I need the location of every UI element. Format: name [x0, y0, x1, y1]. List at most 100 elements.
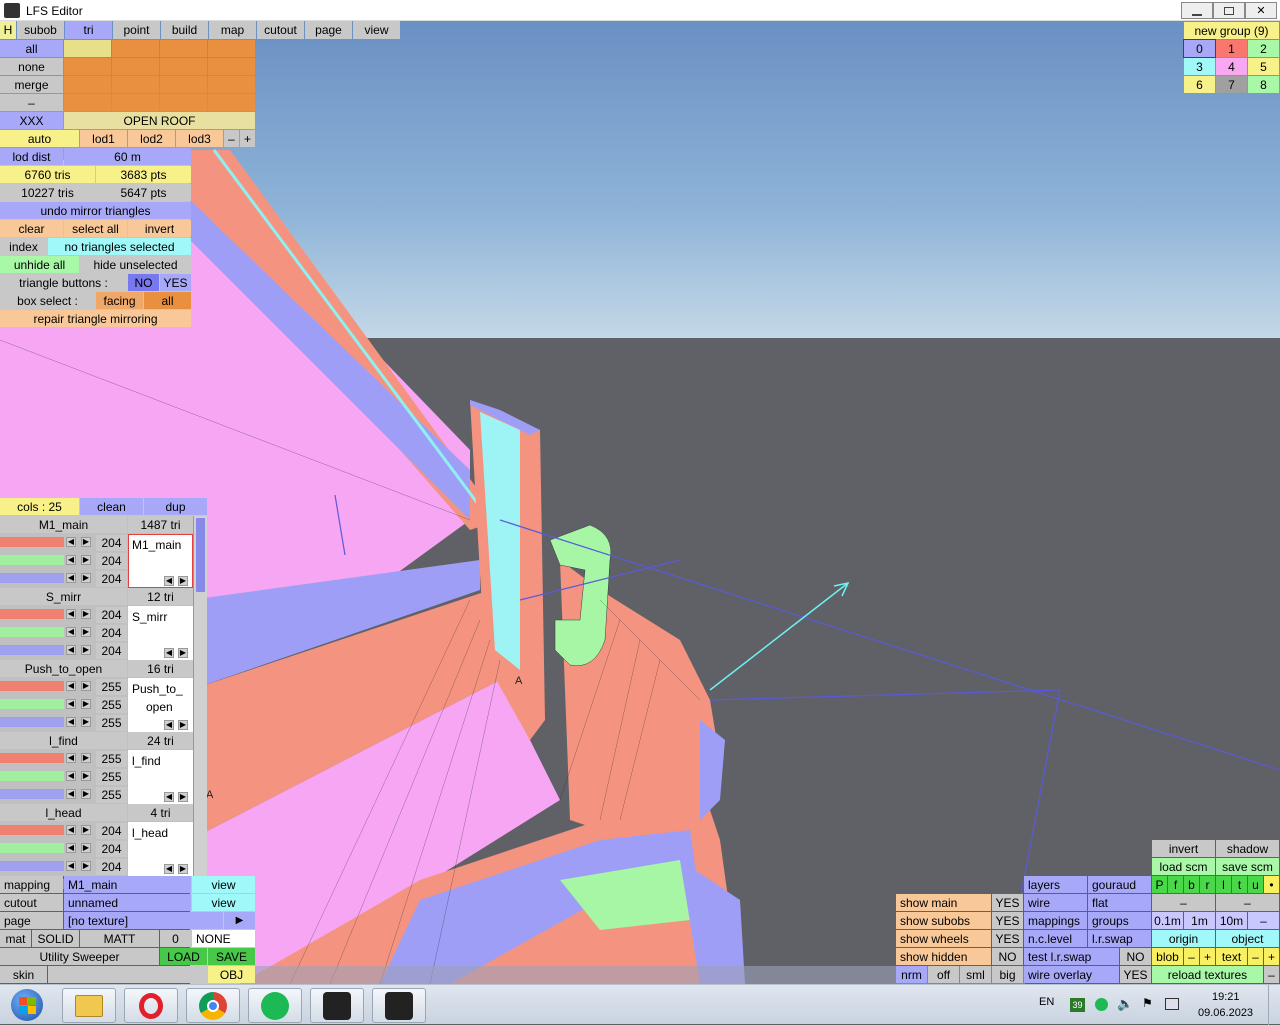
subobject-slot[interactable]	[64, 76, 111, 93]
material-name[interactable]: l_head	[0, 804, 127, 821]
group-6-button[interactable]: 6	[1184, 76, 1215, 93]
lod-plus-button[interactable]: +	[240, 130, 255, 147]
subobject-slot[interactable]	[160, 94, 207, 111]
show-subobs-toggle[interactable]: YES	[992, 912, 1023, 929]
select-all-tris-button[interactable]: select all	[64, 220, 127, 237]
arrow-left-icon[interactable]: ◀	[66, 609, 76, 619]
tab-page[interactable]: page	[305, 21, 352, 39]
unhide-all-button[interactable]: unhide all	[0, 256, 79, 273]
network-icon[interactable]	[1165, 998, 1179, 1010]
arrow-left-icon[interactable]: ◀	[66, 825, 76, 835]
tray-badge[interactable]: 39	[1070, 998, 1085, 1012]
colour-value[interactable]: 204	[96, 823, 127, 839]
colour-value[interactable]: 204	[96, 571, 127, 587]
colour-value[interactable]: 204	[96, 625, 127, 641]
colour-slider[interactable]	[0, 771, 64, 781]
box-select-all[interactable]: all	[144, 292, 191, 309]
show-wheels-toggle[interactable]: YES	[992, 930, 1023, 947]
arrow-right-icon[interactable]: ▶	[81, 645, 91, 655]
show-hidden-toggle[interactable]: NO	[992, 948, 1023, 965]
merge-button[interactable]: merge	[0, 76, 63, 93]
colour-slider[interactable]	[0, 717, 64, 727]
colour-slider[interactable]	[0, 573, 64, 583]
group-5-button[interactable]: 5	[1248, 58, 1279, 75]
colour-slider[interactable]	[0, 699, 64, 709]
taskbar-chrome[interactable]	[186, 988, 240, 1023]
colour-slider[interactable]	[0, 537, 64, 547]
mat-solid-button[interactable]: SOLID	[32, 930, 79, 947]
blob-button[interactable]: blob	[1152, 948, 1183, 965]
arrow-left-icon[interactable]: ◀	[66, 645, 76, 655]
group-7-button[interactable]: 7	[1216, 76, 1247, 93]
arrow-right-icon[interactable]: ▶	[81, 861, 91, 871]
arrow-right-icon[interactable]: ▶	[178, 576, 188, 586]
mat-none-value[interactable]: NONE	[192, 930, 255, 947]
view-dir-button[interactable]: r	[1200, 876, 1215, 893]
xxx-button[interactable]: XXX	[0, 112, 63, 129]
language-indicator[interactable]: EN	[1039, 996, 1054, 1008]
subobject-slot[interactable]	[112, 94, 159, 111]
subobject-slot[interactable]	[64, 94, 111, 111]
colour-slider[interactable]	[0, 861, 64, 871]
load-button[interactable]: LOAD	[160, 948, 207, 965]
sml-button[interactable]: sml	[960, 966, 991, 983]
group-8-button[interactable]: 8	[1248, 76, 1279, 93]
clean-button[interactable]: clean	[80, 498, 143, 515]
tab-point[interactable]: point	[113, 21, 160, 39]
layers-button[interactable]: layers	[1024, 876, 1087, 893]
subobject-slot[interactable]	[208, 40, 255, 57]
arrow-right-icon[interactable]: ▶	[81, 627, 91, 637]
blob-minus-button[interactable]: –	[1184, 948, 1199, 965]
arrow-left-icon[interactable]: ◀	[66, 537, 76, 547]
wire-button[interactable]: wire	[1024, 894, 1087, 911]
test-lr-swap-toggle[interactable]: NO	[1120, 948, 1151, 965]
subobject-slot[interactable]	[160, 76, 207, 93]
tab-subob[interactable]: subob	[17, 21, 64, 39]
grid-1m-button[interactable]: 1m	[1184, 912, 1215, 929]
view-dir-button[interactable]: t	[1232, 876, 1247, 893]
mapping-view-button[interactable]: view	[192, 876, 255, 893]
arrow-right-icon[interactable]: ▶	[178, 648, 188, 658]
arrow-left-icon[interactable]: ◀	[164, 792, 174, 802]
arrow-right-icon[interactable]: ▶	[81, 825, 91, 835]
dup-button[interactable]: dup	[144, 498, 207, 515]
object-button[interactable]: object	[1216, 930, 1279, 947]
lod-dist-value[interactable]: 60 m	[64, 148, 191, 165]
gouraud-button[interactable]: gouraud	[1088, 876, 1151, 893]
lod-auto-button[interactable]: auto	[0, 130, 79, 147]
colour-value[interactable]: 204	[96, 841, 127, 857]
invert-view-button[interactable]: invert	[1152, 840, 1215, 857]
colour-value[interactable]: 255	[96, 787, 127, 803]
load-scm-button[interactable]: load scm	[1152, 858, 1215, 875]
arrow-left-icon[interactable]: ◀	[164, 720, 174, 730]
scrollbar-thumb[interactable]	[196, 518, 205, 592]
arrow-left-icon[interactable]: ◀	[66, 753, 76, 763]
subobject-slot[interactable]	[208, 76, 255, 93]
colour-value[interactable]: 255	[96, 697, 127, 713]
view-dir-button[interactable]: P	[1152, 876, 1167, 893]
arrow-right-icon[interactable]: ▶	[81, 573, 91, 583]
tab-build[interactable]: build	[161, 21, 208, 39]
mat-zero-value[interactable]: 0	[160, 930, 191, 947]
wire-overlay-toggle[interactable]: YES	[1120, 966, 1151, 983]
clock-date[interactable]: 09.06.2023	[1198, 1007, 1253, 1019]
flag-icon[interactable]: ⚑	[1142, 996, 1153, 1010]
subobject-slot[interactable]	[160, 40, 207, 57]
subobject-slot[interactable]	[112, 40, 159, 57]
colour-slider[interactable]	[0, 753, 64, 763]
material-entry[interactable]: S_mirr12 tri◀▶204◀▶204◀▶204◀▶S_mirr◀▶	[0, 588, 193, 673]
text-plus-button[interactable]: +	[1264, 948, 1279, 965]
cutout-view-button[interactable]: view	[192, 894, 255, 911]
blob-plus-button[interactable]: +	[1200, 948, 1215, 965]
arrow-left-icon[interactable]: ◀	[66, 555, 76, 565]
colour-value[interactable]: 204	[96, 553, 127, 569]
arrow-left-icon[interactable]: ◀	[164, 864, 174, 874]
material-name[interactable]: M1_main	[0, 516, 127, 533]
materials-scrollbar[interactable]	[193, 516, 207, 876]
colour-value[interactable]: 255	[96, 769, 127, 785]
taskbar-explorer[interactable]	[62, 988, 116, 1023]
group-1-button[interactable]: 1	[1216, 40, 1247, 57]
flat-button[interactable]: flat	[1088, 894, 1151, 911]
taskbar-opera[interactable]	[124, 988, 178, 1023]
reload-textures-button[interactable]: reload textures	[1152, 966, 1263, 983]
